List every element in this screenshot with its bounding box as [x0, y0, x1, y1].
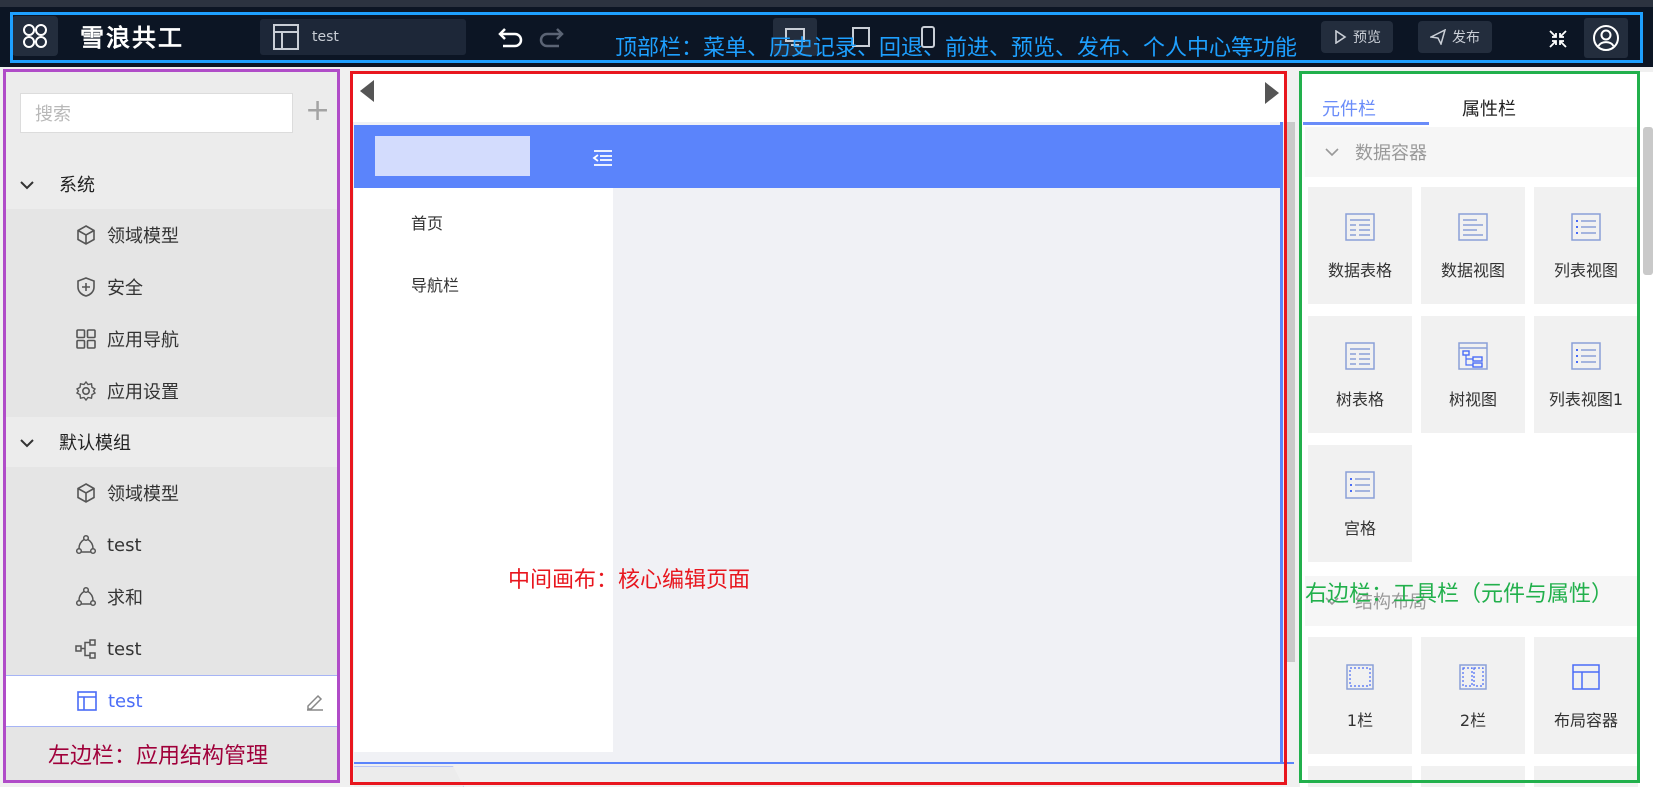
- canvas-scrollbar[interactable]: [1287, 122, 1295, 662]
- top-strip: [0, 0, 1653, 7]
- annotation-left-frame: [3, 69, 340, 783]
- annotation-top-label: 顶部栏：菜单、历史记录、回退、前进、预览、发布、个人中心等功能: [615, 36, 1298, 61]
- right-panel-scrollbar[interactable]: [1643, 127, 1653, 275]
- annotation-right-frame: [1299, 71, 1640, 783]
- annotation-right-label: 右边栏：工具栏（元件与属性）: [1305, 582, 1614, 607]
- annotation-center-frame: [350, 71, 1287, 785]
- annotation-center-label: 中间画布：核心编辑页面: [508, 568, 751, 593]
- annotation-left-label: 左边栏：应用结构管理: [48, 744, 269, 769]
